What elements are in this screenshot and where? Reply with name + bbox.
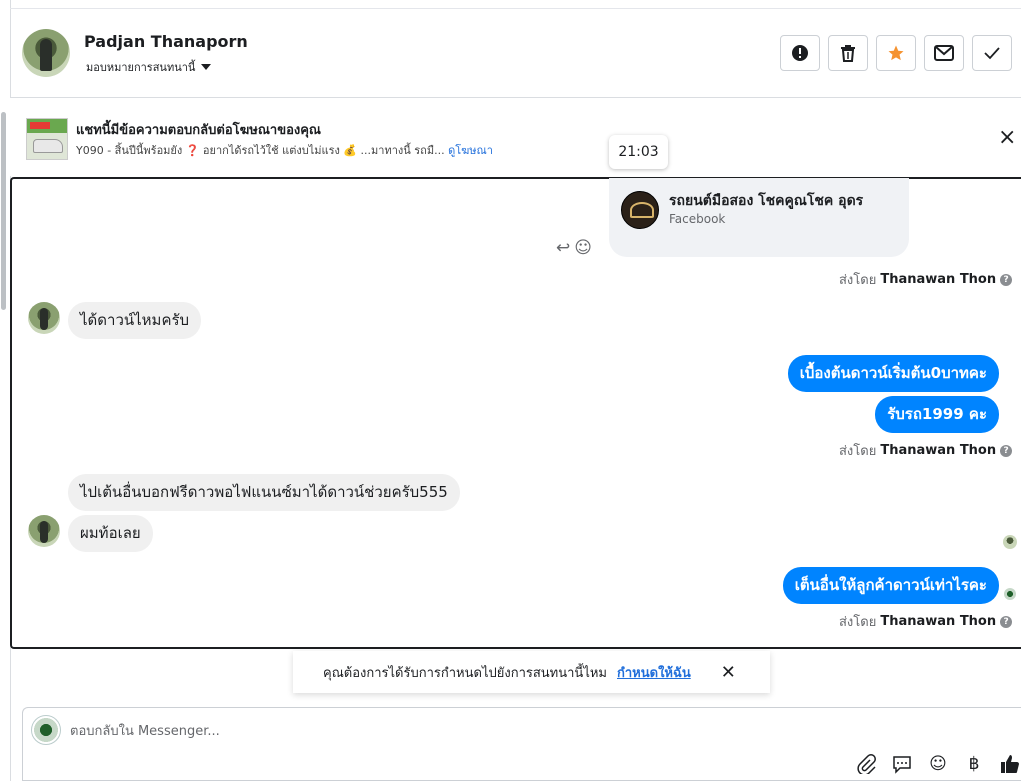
assign-dropdown[interactable]: มอบหมายการสนทนานี้ bbox=[86, 58, 212, 76]
message-in[interactable]: ผมท้อเลย bbox=[68, 515, 153, 552]
left-scrollbar[interactable] bbox=[1, 112, 6, 310]
view-ad-link[interactable]: ดูโฆษณา bbox=[448, 144, 493, 157]
reply-input[interactable]: ตอบกลับใน Messenger... bbox=[70, 720, 220, 741]
ad-banner-subtitle: Y090 - สิ้นปีนี้พร้อมยัง ❓ อยากได้รถไว้ใ… bbox=[76, 141, 493, 159]
react-emoji-icon[interactable]: ☺ bbox=[574, 238, 592, 258]
ad-banner-title: แชทนี้มีข้อความตอบกลับต่อโฆษณาของคุณ bbox=[76, 123, 321, 138]
page-avatar bbox=[31, 715, 61, 745]
sent-by-name: Thanawan Thon bbox=[880, 614, 997, 629]
help-icon[interactable]: ? bbox=[1000, 273, 1013, 286]
sent-by-prefix: ส่งโดย bbox=[839, 444, 877, 459]
sent-by-label: ส่งโดย Thanawan Thon ? bbox=[839, 440, 1013, 461]
sent-by-prefix: ส่งโดย bbox=[839, 273, 877, 288]
message-in[interactable]: ไปเต้นอื่นบอกฟรีดาวพอไฟแนนซ์มาได้ดาวน์ช่… bbox=[68, 474, 460, 511]
mail-icon bbox=[934, 45, 954, 61]
baht-icon[interactable]: ฿ bbox=[962, 752, 986, 776]
message-out[interactable]: รับรถ1999 คะ bbox=[875, 396, 999, 433]
message-out[interactable]: เต็นอื่นให้ลูกค้าดาวน์เท่าไรคะ bbox=[782, 567, 999, 604]
message-out[interactable]: เบื้องต้นดาวน์เริ่มต้น0บาทคะ bbox=[787, 355, 999, 392]
close-icon[interactable]: ✕ bbox=[721, 662, 736, 683]
caret-down-icon bbox=[201, 64, 212, 70]
report-button[interactable] bbox=[780, 35, 820, 71]
sent-by-name: Thanawan Thon bbox=[880, 443, 997, 458]
close-icon[interactable]: × bbox=[998, 127, 1018, 149]
emoji-icon[interactable]: ☺ bbox=[926, 752, 950, 776]
delivered-indicator bbox=[1004, 588, 1016, 600]
assign-suggestion: คุณต้องการได้รับการกำหนดไปยังการสนทนานี้… bbox=[293, 651, 770, 693]
help-icon[interactable]: ? bbox=[1000, 444, 1013, 457]
assign-label: มอบหมายการสนทนานี้ bbox=[86, 61, 196, 74]
assign-to-me-link[interactable]: กำหนดให้ฉัน bbox=[617, 662, 691, 683]
check-icon bbox=[984, 47, 1000, 60]
ad-snippet: Y090 - สิ้นปีนี้พร้อมยัง ❓ อยากได้รถไว้ใ… bbox=[76, 144, 445, 157]
contact-name[interactable]: Padjan Thanaporn bbox=[84, 32, 248, 51]
shared-page-name: รถยนต์มือสอง โชคคูณโชค อุดร bbox=[669, 193, 864, 209]
sent-by-prefix: ส่งโดย bbox=[839, 615, 877, 630]
mark-unread-button[interactable] bbox=[924, 35, 964, 71]
sent-by-name: Thanawan Thon bbox=[880, 272, 997, 287]
assign-suggestion-text: คุณต้องการได้รับการกำหนดไปยังการสนทนานี้… bbox=[323, 665, 607, 681]
shared-page-source: Facebook bbox=[669, 212, 726, 226]
message-in[interactable]: ได้ดาวน์ไหมครับ bbox=[68, 302, 202, 339]
ad-thumbnail[interactable] bbox=[26, 118, 68, 160]
message-actions: ↩ ☺ bbox=[556, 238, 592, 258]
delete-button[interactable] bbox=[828, 35, 868, 71]
sender-avatar[interactable] bbox=[28, 302, 60, 334]
composer-toolbar: ☺ ฿ bbox=[854, 752, 1021, 776]
page-logo bbox=[621, 191, 659, 229]
conversation-header bbox=[10, 9, 1021, 98]
trash-icon bbox=[841, 45, 855, 62]
sender-avatar[interactable] bbox=[28, 515, 60, 547]
attach-icon[interactable] bbox=[854, 752, 878, 776]
read-receipt-avatar bbox=[1003, 535, 1017, 549]
sent-by-label: ส่งโดย Thanawan Thon ? bbox=[839, 269, 1013, 290]
timestamp-tooltip: 21:03 bbox=[609, 135, 668, 169]
report-icon bbox=[792, 45, 808, 61]
chat-icon[interactable] bbox=[890, 752, 914, 776]
help-icon[interactable]: ? bbox=[1000, 615, 1013, 628]
mark-done-button[interactable] bbox=[972, 35, 1012, 71]
reply-icon[interactable]: ↩ bbox=[556, 238, 570, 258]
star-button[interactable] bbox=[876, 35, 916, 71]
sent-by-label: ส่งโดย Thanawan Thon ? bbox=[839, 611, 1013, 632]
star-icon bbox=[888, 45, 904, 61]
like-icon[interactable] bbox=[998, 752, 1021, 776]
contact-avatar[interactable] bbox=[22, 29, 70, 77]
